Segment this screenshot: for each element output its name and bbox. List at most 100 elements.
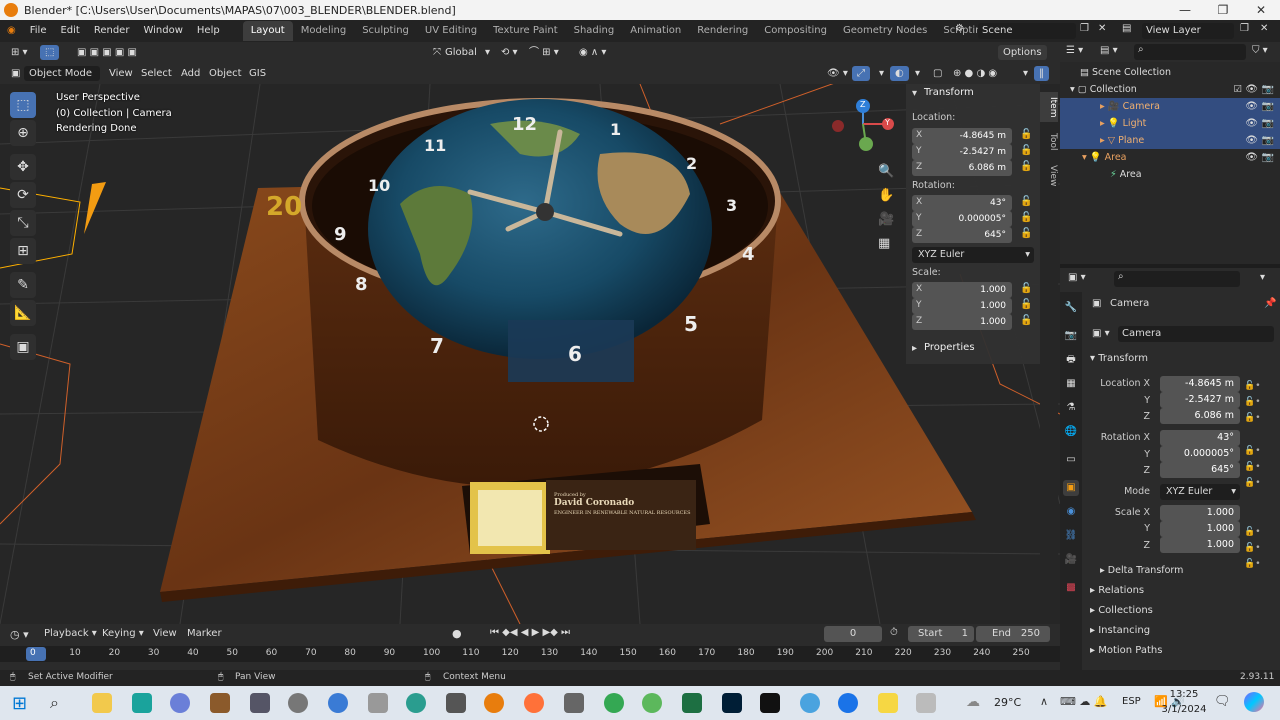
visibility-icon[interactable]: 👁 ▾	[822, 66, 853, 81]
playhead[interactable]	[26, 647, 46, 661]
workspace-tab-animation[interactable]: Animation	[622, 21, 689, 41]
instancing-toggle[interactable]: ▸ Instancing	[1090, 625, 1150, 636]
tool-tab-icon[interactable]: 🔧	[1063, 300, 1079, 316]
workspace-tab-sculpting[interactable]: Sculpting	[354, 21, 417, 41]
outliner-editor-icon[interactable]: ☰ ▾	[1066, 45, 1083, 56]
excel-icon[interactable]	[682, 693, 702, 713]
workspace-tab-rendering[interactable]: Rendering	[689, 21, 756, 41]
search-icon[interactable]: ⌕	[50, 693, 70, 713]
tab-view[interactable]: View	[1040, 162, 1058, 190]
app-icon[interactable]	[368, 693, 388, 713]
prop-rotation-y-field[interactable]: 0.000005°	[1160, 446, 1240, 462]
workspace-tab-texture-paint[interactable]: Texture Paint	[485, 21, 566, 41]
sticky-notes-icon[interactable]	[878, 693, 898, 713]
cursor-tool-icon[interactable]: ⊕	[10, 120, 36, 146]
app-icon[interactable]	[250, 693, 270, 713]
menu-file[interactable]: File	[23, 20, 54, 42]
world-tab-icon[interactable]: 🌐	[1063, 424, 1079, 440]
motion-paths-toggle[interactable]: ▸ Motion Paths	[1090, 645, 1162, 656]
timeline-editor-icon[interactable]: ◷ ▾	[10, 628, 29, 641]
app-icon[interactable]	[800, 693, 820, 713]
measure-tool-icon[interactable]: 📐	[10, 300, 36, 326]
tab-item[interactable]: Item	[1040, 92, 1058, 122]
data-tab-icon[interactable]: 🎥	[1063, 552, 1079, 568]
datablock-icon[interactable]: ▣ ▾	[1092, 328, 1110, 339]
blender-taskbar-icon[interactable]	[484, 693, 504, 713]
lock-icons-column[interactable]: 🔓• 🔓• 🔓• 🔓• 🔓• 🔓• 🔓• 🔓• 🔓•	[1244, 378, 1261, 572]
shading-chevron-icon[interactable]: ▾	[1018, 66, 1033, 81]
location-y-field[interactable]: -2.5427 m Y 🔓	[912, 144, 1036, 160]
photoshop-icon[interactable]	[722, 693, 742, 713]
transform-collapse-icon[interactable]: ▾	[912, 88, 917, 99]
zoom-icon[interactable]: 🔍	[878, 164, 894, 179]
rotation-mode-select[interactable]: XYZ Euler ▾	[1160, 484, 1240, 500]
filter-icon[interactable]: ⛉ ▾	[1252, 45, 1268, 56]
firefox-icon[interactable]	[524, 693, 544, 713]
properties-expand-icon[interactable]: ▸	[912, 343, 917, 354]
view-layer-field[interactable]: View Layer	[1142, 23, 1234, 39]
3d-viewport[interactable]: 12 1 2 3 4 5 6 7 8 9 10 11 20 Produced b…	[0, 84, 1060, 624]
scene-field[interactable]: Scene	[978, 23, 1076, 39]
qgis-icon[interactable]	[642, 693, 662, 713]
menu-object[interactable]: Object	[204, 66, 247, 81]
overlay-chevron-icon[interactable]: ▾	[910, 66, 925, 81]
scene-icon[interactable]: ⚙	[955, 23, 964, 34]
keying-menu[interactable]: Keying ▾	[102, 628, 144, 639]
prop-scale-z-field[interactable]: 1.000	[1160, 537, 1240, 553]
gizmo-chevron-icon[interactable]: ▾	[874, 66, 889, 81]
workspace-tab-modeling[interactable]: Modeling	[293, 21, 355, 41]
weather-icon[interactable]: ☁	[966, 694, 980, 710]
workspace-tab-uv-editing[interactable]: UV Editing	[417, 21, 485, 41]
app-icon[interactable]	[132, 693, 152, 713]
end-frame-field[interactable]: End 250	[976, 626, 1050, 642]
weather-temp[interactable]: 29°C	[994, 696, 1021, 709]
pivot-point-icon[interactable]: ⟲ ▾	[496, 45, 523, 60]
add-cube-tool-icon[interactable]: ▣	[10, 334, 36, 360]
texture-tab-icon[interactable]: ▩	[1063, 580, 1079, 596]
file-explorer-icon[interactable]	[92, 693, 112, 713]
outliner-item-area-data[interactable]: ⚡ Area	[1060, 166, 1280, 183]
record-icon[interactable]: ●	[452, 627, 462, 640]
object-tab-icon[interactable]: ▣	[1063, 480, 1079, 496]
properties-search-input[interactable]: ⌕	[1114, 271, 1240, 287]
scale-y-field[interactable]: 1.000 Y 🔓	[912, 298, 1036, 314]
properties-options-icon[interactable]: ▾	[1260, 272, 1265, 283]
timeline-view-menu[interactable]: View	[153, 628, 177, 639]
clock-date[interactable]: 3/1/2024	[1150, 704, 1218, 715]
prop-rotation-z-field[interactable]: 645°	[1160, 462, 1240, 478]
outliner-scene-collection[interactable]: ▤ Scene Collection	[1060, 64, 1280, 81]
outliner-item-plane[interactable]: ▸ ▽ Plane 👁 📷	[1060, 132, 1280, 149]
delete-scene-icon[interactable]: ✕	[1098, 23, 1106, 34]
scale-x-field[interactable]: 1.000 X 🔓	[912, 282, 1036, 298]
workspace-tab-compositing[interactable]: Compositing	[756, 21, 835, 41]
pin-icon[interactable]: 📌	[1264, 298, 1276, 309]
properties-subpanel-title[interactable]: Properties	[924, 342, 975, 353]
pan-hand-icon[interactable]: ✋	[878, 188, 894, 203]
transform-section-toggle[interactable]: ▾ Transform	[1090, 353, 1148, 364]
rotation-y-field[interactable]: 0.000005° Y 🔓	[912, 211, 1036, 227]
app-icon[interactable]	[288, 693, 308, 713]
outliner-item-camera[interactable]: ▸ 🎥 Camera 👁 📷	[1060, 98, 1280, 115]
edge-browser-icon[interactable]	[406, 693, 426, 713]
scale-z-field[interactable]: 1.000 Z 🔓	[912, 314, 1036, 330]
constraints-tab-icon[interactable]: ⛓	[1063, 528, 1079, 544]
move-tool-icon[interactable]: ✥	[10, 154, 36, 180]
chrome-icon[interactable]	[604, 693, 624, 713]
perspective-grid-icon[interactable]: ▦	[878, 236, 890, 251]
preview-range-icon[interactable]: ⏱	[890, 627, 898, 638]
transform-tool-icon[interactable]: ⊞	[10, 238, 36, 264]
app-icon[interactable]	[838, 693, 858, 713]
properties-editor-icon[interactable]: ▣ ▾	[1068, 272, 1086, 283]
editor-type-icon[interactable]: ⊞ ▾	[6, 45, 33, 60]
frame-ruler[interactable]: 0 10 20 30 40 50 60 70 80 90 100 110 120 130 140 150 160…	[0, 646, 1060, 662]
menu-select[interactable]: Select	[136, 66, 177, 81]
location-z-field[interactable]: 6.086 m Z 🔓	[912, 160, 1036, 176]
menu-edit[interactable]: Edit	[53, 20, 86, 42]
rotation-x-field[interactable]: 43° X 🔓	[912, 195, 1036, 211]
object-mode-dropdown[interactable]: Object Mode	[24, 66, 100, 81]
orientation-chevron-icon[interactable]: ▾	[480, 45, 495, 60]
prop-scale-x-field[interactable]: 1.000	[1160, 505, 1240, 521]
scene-tab-icon[interactable]: ⚗	[1063, 400, 1079, 416]
tray-chevron-icon[interactable]: ∧	[1040, 695, 1048, 708]
menu-help[interactable]: Help	[190, 20, 227, 42]
